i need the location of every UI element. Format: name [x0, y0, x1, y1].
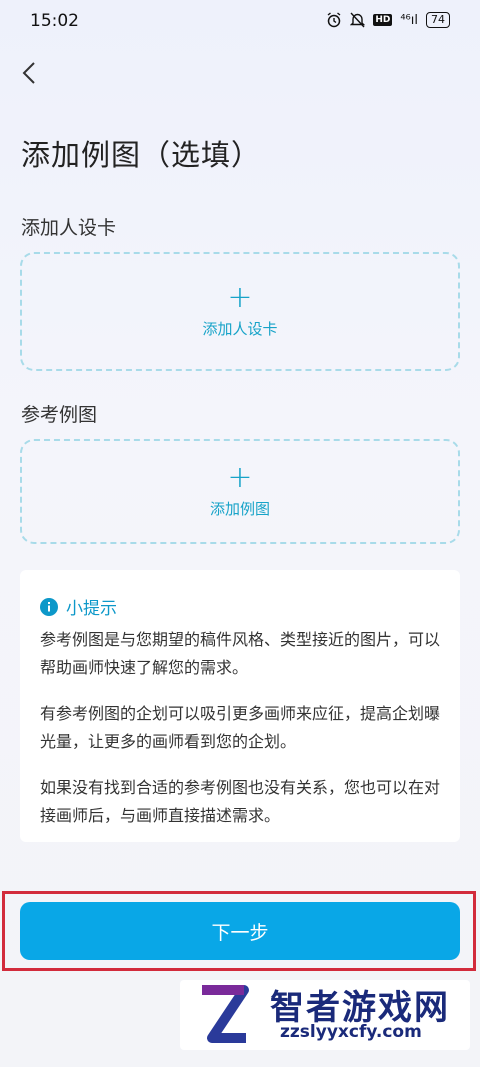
reference-section-label: 参考例图	[21, 404, 98, 426]
bell-muted-icon	[350, 12, 366, 28]
status-icons: HD ⁴⁶ıl 74	[326, 12, 450, 28]
tips-card: 小提示 参考例图是与您期望的稿件风格、类型接近的图片，可以帮助画师快速了解您的需…	[20, 570, 460, 842]
tips-title: 小提示	[66, 599, 117, 619]
add-persona-card-box[interactable]: + 添加人设卡	[20, 252, 460, 371]
watermark-logo-icon	[202, 985, 249, 1043]
plus-icon: +	[227, 460, 253, 495]
tip-paragraph: 如果没有找到合适的参考例图也没有关系，您也可以在对接画师后，与画师直接描述需求。	[40, 778, 441, 825]
back-button[interactable]	[14, 55, 44, 91]
signal-icon: ⁴⁶ıl	[400, 12, 418, 28]
chevron-left-icon	[22, 62, 35, 84]
tip-paragraph: 参考例图是与您期望的稿件风格、类型接近的图片，可以帮助画师快速了解您的需求。	[40, 630, 441, 677]
watermark: 智者游戏网 zzslyyxcfy.com	[180, 980, 470, 1050]
watermark-url: zzslyyxcfy.com	[280, 1022, 422, 1042]
add-reference-image-label: 添加例图	[209, 500, 270, 518]
next-step-button[interactable]: 下一步	[20, 902, 460, 960]
plus-icon: +	[227, 280, 253, 315]
add-reference-image-box[interactable]: + 添加例图	[20, 439, 460, 544]
persona-section-label: 添加人设卡	[21, 217, 117, 239]
page-title: 添加例图（选填）	[21, 138, 262, 172]
alarm-icon	[327, 12, 341, 28]
tips-header: 小提示	[40, 594, 117, 619]
info-icon	[40, 597, 58, 616]
battery-icon: 74	[426, 12, 450, 28]
tip-paragraph: 有参考例图的企划可以吸引更多画师来应征，提高企划曝光量，让更多的画师看到您的企划…	[40, 704, 441, 751]
status-time: 15:02	[30, 11, 79, 31]
hd-badge: HD	[373, 14, 393, 26]
status-bar: 15:02 HD ⁴⁶ıl 74	[0, 0, 480, 44]
add-persona-card-label: 添加人设卡	[202, 320, 278, 338]
